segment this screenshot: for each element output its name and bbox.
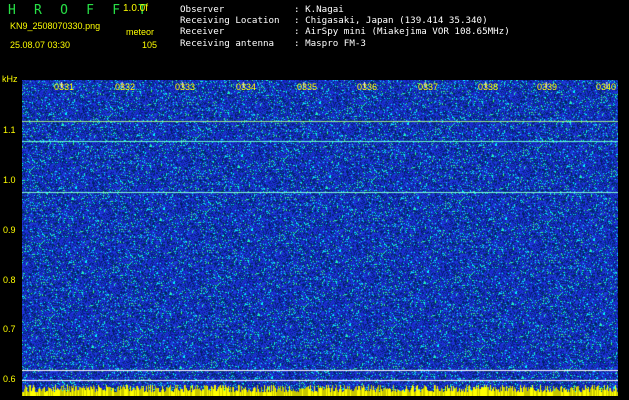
y-tick-label: 0.9 (3, 225, 16, 235)
x-tick-label: 0334 (236, 82, 257, 92)
y-tick-label: 1.0 (3, 175, 16, 185)
observer-value: : K.Nagai (294, 4, 344, 15)
receiver-label: Receiver (180, 26, 225, 37)
x-tick-label: 0335 (297, 82, 318, 92)
x-tick-label: 0331 (54, 82, 75, 92)
meteor-count: 105 (142, 40, 158, 50)
x-tick-label: 0333 (175, 82, 196, 92)
y-tick-label: 0.7 (3, 324, 16, 334)
spectrogram-canvas (22, 80, 618, 396)
x-tick-label: 0338 (478, 82, 499, 92)
y-tick-label: 0.6 (3, 374, 16, 384)
receiver-value: : AirSpy mini (Miakejima VOR 108.65MHz) (294, 26, 510, 37)
y-tick-label: 0.8 (3, 275, 16, 285)
datetime-label: 25.08.07 03:30 (10, 40, 71, 50)
x-tick-label: 0339 (537, 82, 558, 92)
x-tick-label: 0336 (357, 82, 378, 92)
y-tick-label: 1.1 (3, 125, 16, 135)
x-tick-label: 0340 (596, 82, 617, 92)
filename-label: KN9_2508070330.png (10, 21, 101, 31)
x-tick-label: 0337 (418, 82, 439, 92)
mode-label: meteor (126, 27, 155, 37)
antenna-label: Receiving antenna (180, 38, 275, 49)
location-value: : Chigasaki, Japan (139.414 35.340) (294, 15, 488, 26)
hrofft-window: H R O F F T 1.0.0f KN9_2508070330.png me… (0, 0, 629, 400)
antenna-value: : Maspro FM-3 (294, 38, 366, 49)
version-label: 1.0.0f (123, 3, 149, 14)
x-tick-label: 0332 (115, 82, 136, 92)
y-unit-label: kHz (2, 74, 18, 84)
location-label: Receiving Location (180, 15, 280, 26)
observer-label: Observer (180, 4, 225, 15)
